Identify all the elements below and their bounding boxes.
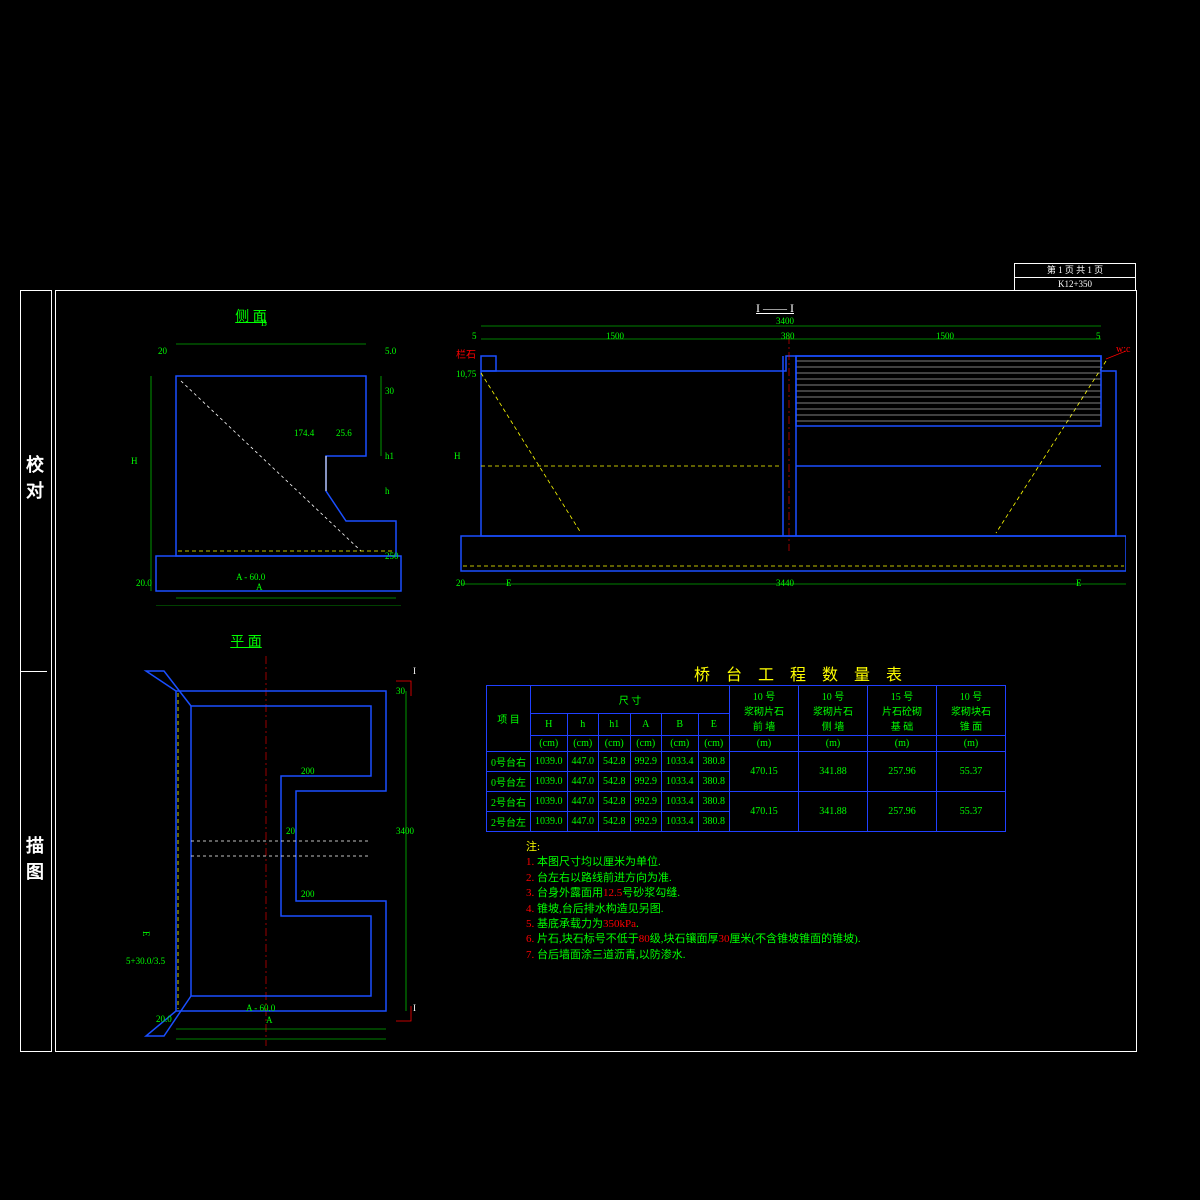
- quantity-table-region: 桥 台 工 程 数 量 表 项 目尺 寸10 号浆砌片石前 墙10 号浆砌片石侧…: [486, 661, 1116, 963]
- dim-20-plan: 20: [286, 826, 295, 836]
- note-line: 1. 本图尺寸均以厘米为单位.: [526, 855, 1116, 870]
- plan-svg: [116, 651, 436, 1051]
- side-view: 侧 面 B 20 H 20.0 A - 60.0 A 174.4 25.6: [96, 306, 406, 611]
- dim-1500l: 1500: [606, 331, 624, 341]
- note-line: 7. 台后墙面涂三道沥青,以防渗水.: [526, 948, 1116, 963]
- dim-5l: 5: [472, 331, 477, 341]
- elev-title: I —— I: [756, 301, 794, 316]
- dim-E-elev: E: [506, 578, 512, 588]
- title-line1: 第 1 页 共 1 页: [1015, 264, 1135, 278]
- dim-250-side: 250: [385, 551, 399, 561]
- dim-3400: 3400: [776, 316, 794, 326]
- sidebar-bottom: 描图: [21, 672, 47, 1052]
- plan-title: 平 面: [196, 631, 296, 651]
- label-lanshi: 栏石: [456, 346, 476, 361]
- side-view-title: 侧 面: [96, 306, 406, 326]
- table-title: 桥 台 工 程 数 量 表: [486, 661, 1116, 685]
- note-line: 5. 基底承载力为350kPa.: [526, 917, 1116, 932]
- dim-A: A: [256, 582, 263, 592]
- dim-200c: 200: [301, 889, 315, 899]
- dim-A-60: A - 60.0: [236, 572, 265, 582]
- dim-256: 25.6: [336, 428, 352, 438]
- dim-1744: 174.4: [294, 428, 314, 438]
- note-line: 4. 锥坡,台后排水构造见另图.: [526, 902, 1116, 917]
- sidebar-top: 校对: [21, 291, 47, 672]
- plan-view: 平 面 I I 3400 30 200 20: [116, 631, 436, 1056]
- notes-head: 注:: [526, 841, 540, 853]
- dim-50b: 5.0: [385, 346, 396, 356]
- dim-20b-plan: 20.0: [156, 1014, 172, 1024]
- dim-E-elev-r: E: [1076, 578, 1082, 588]
- dim-1075: 10,75: [456, 369, 476, 379]
- note-line: 6. 片石,块石标号不低于80级,块石镶面厚30厘米(不含锥坡锥面的锥坡).: [526, 932, 1116, 947]
- dim-E-plan: E: [141, 931, 151, 937]
- note-line: 3. 台身外露面用12.5号砂浆勾缝.: [526, 886, 1116, 901]
- title-line2: K12+350: [1015, 278, 1135, 291]
- sec-I-bot: I: [413, 1003, 416, 1013]
- dim-A60-plan: A - 60.0: [246, 1003, 275, 1013]
- dim-30a: 30: [385, 386, 394, 396]
- drawing-frame: 第 1 页 共 1 页 K12+350 侧 面 B 20 H 20.0: [55, 290, 1137, 1052]
- notes-block: 注: 1. 本图尺寸均以厘米为单位.2. 台左右以路线前进方向为准.3. 台身外…: [526, 840, 1116, 963]
- dim-seg: 5+30.0/3.5: [126, 956, 165, 966]
- dim-200a: 200: [301, 766, 315, 776]
- left-label-strip: 校对 描图: [20, 290, 52, 1052]
- dim-5r: 5: [1096, 331, 1101, 341]
- dim-B: B: [261, 318, 267, 328]
- side-view-svg: [96, 326, 406, 606]
- dim-3400-plan: 3400: [396, 826, 414, 836]
- note-line: 2. 台左右以路线前进方向为准.: [526, 871, 1116, 886]
- dim-20-b: 20.0: [136, 578, 152, 588]
- dim-1500r: 1500: [936, 331, 954, 341]
- dim-380: 380: [781, 331, 795, 341]
- dim-30-plan: 30: [396, 686, 405, 696]
- dim-h-side: h: [385, 486, 390, 496]
- dim-H: H: [131, 456, 138, 466]
- dim-A-plan: A: [266, 1015, 273, 1025]
- label-wc: w:c: [1116, 344, 1130, 355]
- dim-h1-side: h1: [385, 451, 394, 461]
- quantity-table: 项 目尺 寸10 号浆砌片石前 墙10 号浆砌片石侧 墙15 号片石砼砌基 础1…: [486, 685, 1006, 832]
- sec-I-top: I: [413, 666, 416, 676]
- elev-svg: [436, 301, 1126, 591]
- dim-20-a: 20: [158, 346, 167, 356]
- dim-3440: 3440: [776, 578, 794, 588]
- elevation-view: I —— I: [436, 301, 1126, 596]
- dim-H-elev: H: [454, 451, 461, 461]
- dim-20-elev: 20: [456, 578, 465, 588]
- title-block: 第 1 页 共 1 页 K12+350: [1014, 263, 1136, 291]
